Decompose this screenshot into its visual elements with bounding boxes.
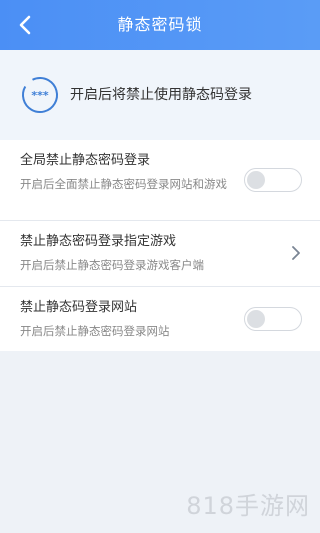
empty-area: 818手游网: [0, 351, 320, 533]
setting-description: 开启后禁止静态密码登录网站: [20, 324, 170, 338]
setting-row-global-ban[interactable]: 全局禁止静态密码登录 开启后全面禁止静态密码登录网站和游戏: [0, 140, 320, 221]
setting-title: 禁止静态密码登录指定游戏: [20, 234, 177, 249]
info-banner: *** 开启后将禁止使用静态码登录: [0, 50, 320, 140]
back-arrow-icon: [19, 15, 31, 35]
header-bar: 静态密码锁: [0, 0, 320, 50]
toggle-knob: [247, 310, 265, 328]
setting-title: 禁止静态码登录网站: [20, 300, 138, 315]
banner-icon-glyph: ***: [31, 89, 49, 102]
page-title: 静态密码锁: [117, 15, 203, 34]
website-ban-toggle[interactable]: [244, 307, 302, 331]
setting-description: 开启后禁止静态密码登录游戏客户端: [20, 258, 204, 272]
back-button[interactable]: [12, 12, 38, 38]
setting-description: 开启后全面禁止静态密码登录网站和游戏: [20, 177, 227, 191]
watermark: 818手游网: [186, 492, 310, 520]
settings-list: 全局禁止静态密码登录 开启后全面禁止静态密码登录网站和游戏 禁止静态密码登录指定…: [0, 140, 320, 353]
setting-row-website-ban[interactable]: 禁止静态码登录网站 开启后禁止静态密码登录网站: [0, 287, 320, 353]
toggle-knob: [247, 171, 265, 189]
banner-text: 开启后将禁止使用静态码登录: [70, 87, 252, 103]
global-ban-toggle[interactable]: [244, 168, 302, 192]
setting-title: 全局禁止静态密码登录: [20, 153, 151, 168]
setting-row-game-ban[interactable]: 禁止静态密码登录指定游戏 开启后禁止静态密码登录游戏客户端: [0, 221, 320, 287]
password-lock-icon: ***: [22, 77, 58, 113]
chevron-right-icon[interactable]: [290, 245, 302, 261]
